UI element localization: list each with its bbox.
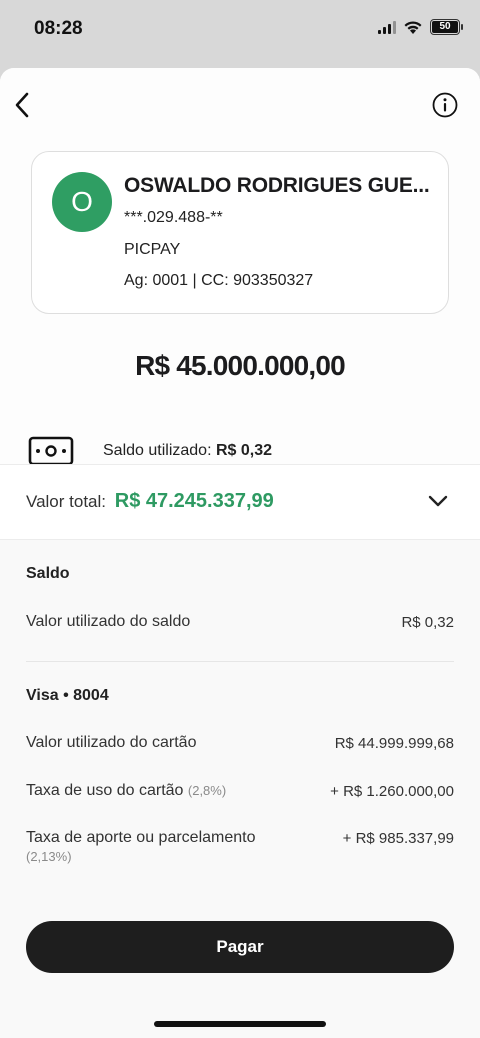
card-fee-value: + R$ 1.260.000,00 [330, 783, 454, 800]
card-used-label: Valor utilizado do cartão [26, 734, 197, 751]
card-fee-rate: (2,8%) [187, 783, 227, 798]
card-fee-label: Taxa de uso do cartão [26, 782, 184, 799]
payment-sheet: O OSWALDO RODRIGUES GUE... ***.029.488-*… [0, 68, 480, 1038]
status-icons: 50 [378, 19, 463, 35]
card-fee-row-label: Taxa de uso do cartão (2,8%) [26, 782, 226, 800]
recipient-bank: PICPAY [124, 241, 181, 258]
cellular-signal-icon [378, 20, 396, 34]
total-label: Valor total: [26, 492, 107, 511]
status-time: 08:28 [34, 18, 83, 39]
home-indicator [154, 1021, 326, 1027]
transfer-amount: R$ 45.000.000,00 [135, 350, 346, 381]
total-value: R$ 47.245.337,99 [114, 490, 274, 512]
installment-fee-value: + R$ 985.337,99 [342, 830, 454, 847]
wifi-icon [404, 20, 422, 34]
money-bill-icon [28, 436, 74, 466]
saldo-section-title: Saldo [26, 565, 70, 582]
divider [26, 661, 454, 662]
info-button[interactable] [432, 92, 458, 118]
installment-fee-rate: (2,13%) [26, 849, 72, 864]
saldo-used-value: R$ 0,32 [401, 614, 454, 631]
balance-used-row: Saldo utilizado: R$ 0,32 [28, 436, 468, 466]
avatar: O [52, 172, 112, 232]
balance-used-value: R$ 0,32 [215, 442, 273, 459]
recipient-document: ***.029.488-** [124, 209, 223, 226]
balance-used-label: Saldo utilizado: [103, 442, 212, 459]
installment-fee-label: Taxa de aporte ou parcelamento [26, 829, 256, 846]
battery-level: 50 [432, 21, 458, 33]
card-used-value: R$ 44.999.999,68 [334, 735, 454, 752]
info-circle-icon [432, 92, 458, 118]
back-button[interactable] [8, 90, 36, 120]
status-bar: 08:28 50 [0, 0, 480, 62]
saldo-used-label: Valor utilizado do saldo [26, 613, 191, 630]
recipient-card: O OSWALDO RODRIGUES GUE... ***.029.488-*… [31, 151, 449, 314]
payment-summary: O OSWALDO RODRIGUES GUE... ***.029.488-*… [0, 68, 480, 466]
chevron-down-icon[interactable] [426, 491, 450, 511]
pay-button[interactable]: Pagar [26, 921, 454, 973]
card-section-title: Visa • 8004 [26, 687, 109, 704]
total-toggle[interactable]: Valor total: R$ 47.245.337,99 [0, 464, 480, 540]
recipient-name: OSWALDO RODRIGUES GUE... [124, 174, 430, 197]
battery-icon: 50 [430, 19, 463, 35]
chevron-left-icon [15, 92, 29, 118]
recipient-account: Ag: 0001 | CC: 903350327 [124, 272, 314, 289]
